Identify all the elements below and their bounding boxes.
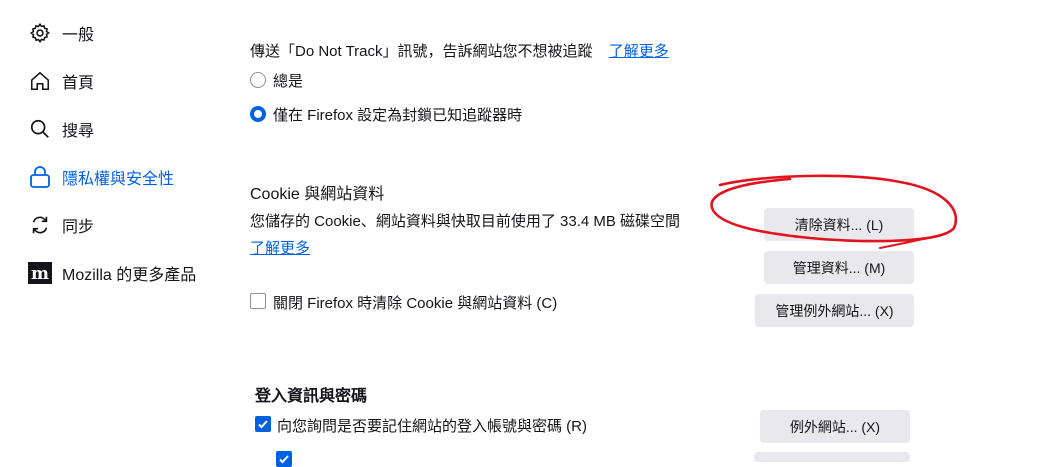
sidebar-item-label: Mozilla 的更多產品 [62,267,197,284]
ask-save-logins-label: 向您詢問是否要記住網站的登入帳號與密碼 (R) [277,418,587,435]
next-row-checkbox[interactable] [276,451,292,467]
logins-section-title: 登入資訊與密碼 [255,388,368,405]
sidebar-item-more-from-mozilla[interactable]: m Mozilla 的更多產品 [28,257,196,289]
sidebar-item-label: 首頁 [62,75,95,92]
search-icon [28,117,52,141]
sidebar-item-label: 隱私權與安全性 [62,171,175,188]
dnt-tracking-protection-label: 僅在 Firefox 設定為封鎖已知追蹤器時 [273,107,523,124]
sync-icon [28,213,52,237]
cookies-learn-more-link[interactable]: 了解更多 [250,237,310,258]
next-row-button[interactable] [754,452,910,462]
red-annotation-circle [710,174,958,249]
sidebar-item-home[interactable]: 首頁 [28,65,94,97]
sidebar-item-label: 一般 [62,27,95,44]
manage-data-button[interactable]: 管理資料... (M) [764,251,914,284]
gear-icon [28,21,52,45]
manage-exceptions-button[interactable]: 管理例外網站... (X) [755,294,914,327]
dnt-learn-more-link[interactable]: 了解更多 [609,43,669,60]
checkmark-icon [258,420,268,429]
clear-on-close-checkbox[interactable] [250,293,266,309]
clear-on-close-label: 關閉 Firefox 時清除 Cookie 與網站資料 (C) [273,295,558,312]
dnt-description: 傳送「Do Not Track」訊號，告訴網站您不想被追蹤 了解更多 [250,43,669,60]
dnt-tracking-protection-radio[interactable] [250,106,266,122]
sidebar-item-general[interactable]: 一般 [28,17,94,49]
home-icon [28,69,52,93]
dnt-always-radio[interactable] [250,72,266,88]
sidebar-item-privacy[interactable]: 隱私權與安全性 [28,161,174,193]
cookies-section-title: Cookie 與網站資料 [250,186,385,203]
mozilla-icon: m [28,261,52,285]
ask-save-logins-checkbox[interactable] [255,416,271,432]
sidebar-item-label: 同步 [62,219,95,236]
checkmark-icon [279,455,289,464]
dnt-always-label: 總是 [273,73,304,90]
cookies-usage-text: 您儲存的 Cookie、網站資料與快取目前使用了 33.4 MB 磁碟空間 [250,213,681,230]
sidebar-item-sync[interactable]: 同步 [28,209,94,241]
sidebar-item-label: 搜尋 [62,123,95,140]
svg-text:m: m [31,264,49,284]
sidebar-item-search[interactable]: 搜尋 [28,113,94,145]
lock-icon [28,165,52,189]
logins-exceptions-button[interactable]: 例外網站... (X) [760,410,910,443]
